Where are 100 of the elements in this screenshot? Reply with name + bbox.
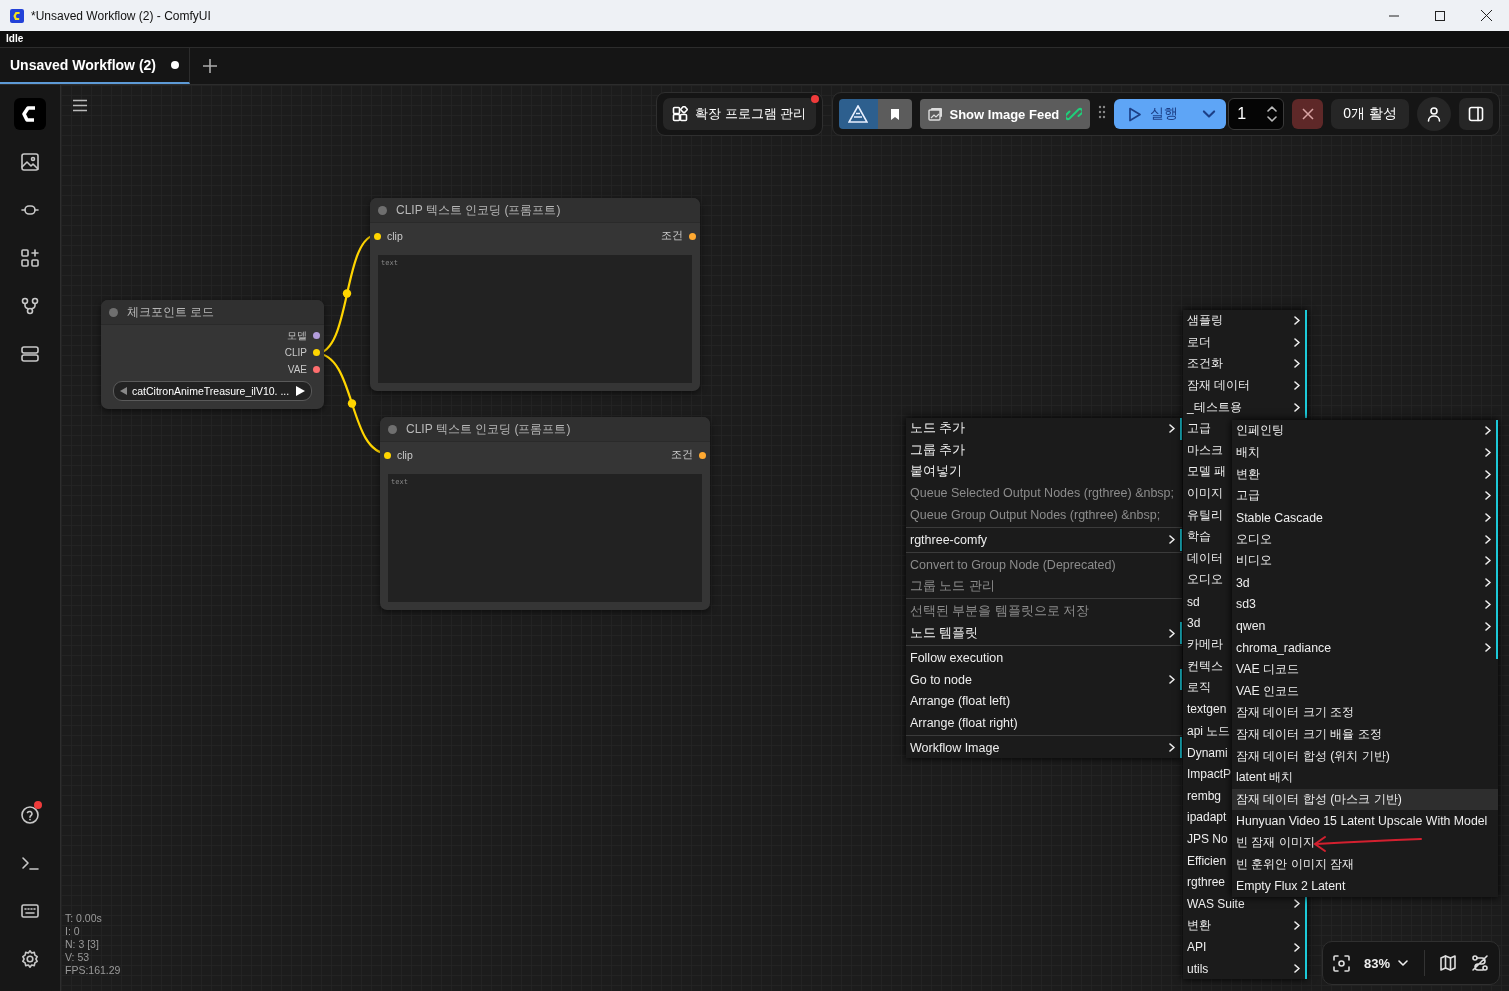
menu-item[interactable]: API bbox=[1183, 936, 1307, 958]
menu-item[interactable]: VAE 디코드 bbox=[1232, 658, 1498, 681]
output-slot-dot[interactable] bbox=[699, 451, 706, 459]
collapse-dot[interactable] bbox=[378, 205, 387, 215]
menu-item[interactable]: Arrange (float left) bbox=[906, 690, 1182, 712]
zoom-dropdown[interactable]: 83% bbox=[1363, 955, 1410, 971]
node-title: 체크포인트 로드 bbox=[127, 303, 215, 321]
output-slot-dot[interactable] bbox=[689, 232, 696, 240]
output-slot-dot[interactable] bbox=[313, 366, 320, 373]
link-midpoint[interactable] bbox=[342, 289, 352, 298]
menu-item[interactable]: Follow execution bbox=[906, 647, 1182, 669]
layout-icon[interactable] bbox=[20, 344, 40, 364]
menu-item[interactable]: 붙여넣기 bbox=[906, 461, 1182, 483]
menu-item[interactable]: 빈 잠재 이미지 bbox=[1232, 832, 1498, 854]
link-midpoint[interactable] bbox=[347, 399, 357, 408]
menu-item[interactable]: 변환 bbox=[1183, 914, 1307, 937]
menu-item[interactable]: 변환 bbox=[1232, 463, 1498, 486]
node-header[interactable]: CLIP 텍스트 인코딩 (프롬프트) bbox=[370, 198, 700, 223]
stat-text: T: 0.00s bbox=[65, 912, 103, 925]
collapse-dot[interactable] bbox=[109, 307, 118, 317]
menu-item[interactable]: 로더 bbox=[1183, 331, 1307, 354]
slot-label: CLIP bbox=[284, 347, 307, 358]
run-button[interactable]: 실행 bbox=[1114, 99, 1192, 129]
menu-item[interactable]: 빈 훈위안 이미지 잠재 bbox=[1232, 853, 1498, 876]
chevron-right-icon bbox=[1168, 675, 1176, 685]
grid-plus-icon[interactable] bbox=[20, 248, 40, 268]
menu-item[interactable]: 그룹 추가 bbox=[906, 439, 1182, 461]
map-icon[interactable] bbox=[1439, 954, 1457, 972]
node-title: CLIP 텍스트 인코딩 (프롬프트) bbox=[396, 201, 561, 219]
extensions-button[interactable]: 확장 프로그램 관리 bbox=[663, 98, 816, 130]
chevron-right-icon bbox=[1484, 513, 1492, 523]
menu-item[interactable]: 고급 bbox=[1232, 485, 1498, 507]
menu-item[interactable]: 조건화 bbox=[1183, 353, 1307, 375]
status-text: Idle bbox=[0, 31, 1509, 48]
menu-item[interactable]: sd3 bbox=[1232, 593, 1498, 616]
increment-icon[interactable] bbox=[1266, 104, 1279, 114]
menu-item[interactable]: _테스트용 bbox=[1183, 396, 1307, 418]
menu-item[interactable]: 배치 bbox=[1232, 441, 1498, 464]
menu-item[interactable]: 3d bbox=[1232, 571, 1498, 594]
menu-item[interactable]: 오디오 bbox=[1232, 528, 1498, 551]
menu-item[interactable]: 잠재 데이터 bbox=[1183, 374, 1307, 397]
slot-label: 모델 bbox=[287, 328, 307, 343]
input-slot-dot[interactable] bbox=[374, 232, 381, 240]
keyboard-icon[interactable] bbox=[20, 901, 40, 921]
drag-handle-icon[interactable] bbox=[1098, 105, 1107, 119]
node-header[interactable]: CLIP 텍스트 인코딩 (프롬프트) bbox=[380, 417, 710, 442]
menu-item[interactable]: latent 배치 bbox=[1232, 767, 1498, 789]
fit-view-icon[interactable] bbox=[1332, 954, 1350, 972]
menu-item[interactable]: 인페인팅 bbox=[1232, 420, 1498, 442]
chevron-right-icon bbox=[1293, 402, 1301, 412]
menu-item[interactable]: chroma_radiance bbox=[1232, 636, 1498, 659]
model-combo[interactable]: catCitronAnimeTreasure_ilV10. ... bbox=[113, 381, 312, 401]
menu-item[interactable]: 잠재 데이터 합성 (마스크 기반) bbox=[1232, 788, 1498, 811]
chevron-right-icon bbox=[1484, 491, 1492, 501]
menu-item[interactable]: 샘플링 bbox=[1183, 310, 1307, 332]
collapse-dot[interactable] bbox=[388, 424, 397, 434]
app-logo[interactable] bbox=[14, 98, 46, 130]
logo-button[interactable] bbox=[838, 99, 878, 129]
image-feed-button[interactable]: Show Image Feed bbox=[919, 99, 1091, 129]
menu-item[interactable]: Stable Cascade bbox=[1232, 506, 1498, 529]
bookmark-button[interactable] bbox=[877, 99, 912, 129]
slot-label: VAE bbox=[287, 364, 307, 375]
workflow-icon[interactable] bbox=[20, 296, 40, 316]
output-slot-dot[interactable] bbox=[313, 349, 320, 356]
batch-count-field[interactable]: 1 bbox=[1228, 98, 1285, 130]
menu-item[interactable]: 잠재 데이터 크기 조정 bbox=[1232, 701, 1498, 724]
left-arrow-icon[interactable] bbox=[120, 387, 127, 395]
help-icon[interactable] bbox=[20, 805, 40, 825]
active-count-button[interactable]: 0개 활성 bbox=[1331, 99, 1409, 129]
settings-icon[interactable] bbox=[20, 949, 40, 969]
image-icon[interactable] bbox=[20, 152, 40, 172]
menu-item[interactable]: Arrange (float right) bbox=[906, 711, 1182, 734]
node-card[interactable]: 체크포인트 로드 모델 CLIP VAE catCitronAnimeTreasure_ilV10. ... bbox=[101, 300, 324, 409]
stat-text: I: 0 bbox=[65, 925, 81, 938]
output-slot-dot[interactable] bbox=[313, 332, 320, 339]
right-arrow-icon[interactable] bbox=[296, 386, 305, 396]
menu-icon[interactable] bbox=[72, 99, 88, 112]
panel-toggle-button[interactable] bbox=[1459, 98, 1493, 130]
user-button[interactable] bbox=[1417, 97, 1451, 131]
menu-item[interactable]: VAE 인코드 bbox=[1232, 680, 1498, 702]
menu-item[interactable]: Hunyuan Video 15 Latent Upscale With Model bbox=[1232, 810, 1498, 833]
menu-item[interactable]: 비디오 bbox=[1232, 550, 1498, 572]
decrement-icon[interactable] bbox=[1266, 114, 1279, 124]
chevron-right-icon bbox=[1484, 556, 1492, 566]
chevron-right-icon bbox=[1484, 448, 1492, 458]
menu-item[interactable]: 잠재 데이터 크기 배율 조정 bbox=[1232, 723, 1498, 746]
menu-item[interactable]: 잠재 데이터 합성 (위치 기반) bbox=[1232, 745, 1498, 767]
add-tab-icon[interactable] bbox=[201, 57, 219, 75]
input-slot-dot[interactable] bbox=[384, 451, 391, 459]
hide-links-icon[interactable] bbox=[1471, 954, 1489, 972]
menu-item[interactable]: qwen bbox=[1232, 615, 1498, 637]
slot-label: 조건 bbox=[661, 229, 683, 243]
stop-button[interactable] bbox=[1292, 99, 1324, 129]
run-options-button[interactable] bbox=[1191, 99, 1227, 129]
menu-item[interactable]: utils bbox=[1183, 957, 1307, 980]
chevron-right-icon bbox=[1168, 743, 1176, 753]
chevron-right-icon bbox=[1293, 337, 1301, 347]
chevron-right-icon bbox=[1293, 381, 1301, 391]
node-header[interactable]: 체크포인트 로드 bbox=[101, 300, 324, 325]
blocks-icon bbox=[672, 106, 689, 122]
